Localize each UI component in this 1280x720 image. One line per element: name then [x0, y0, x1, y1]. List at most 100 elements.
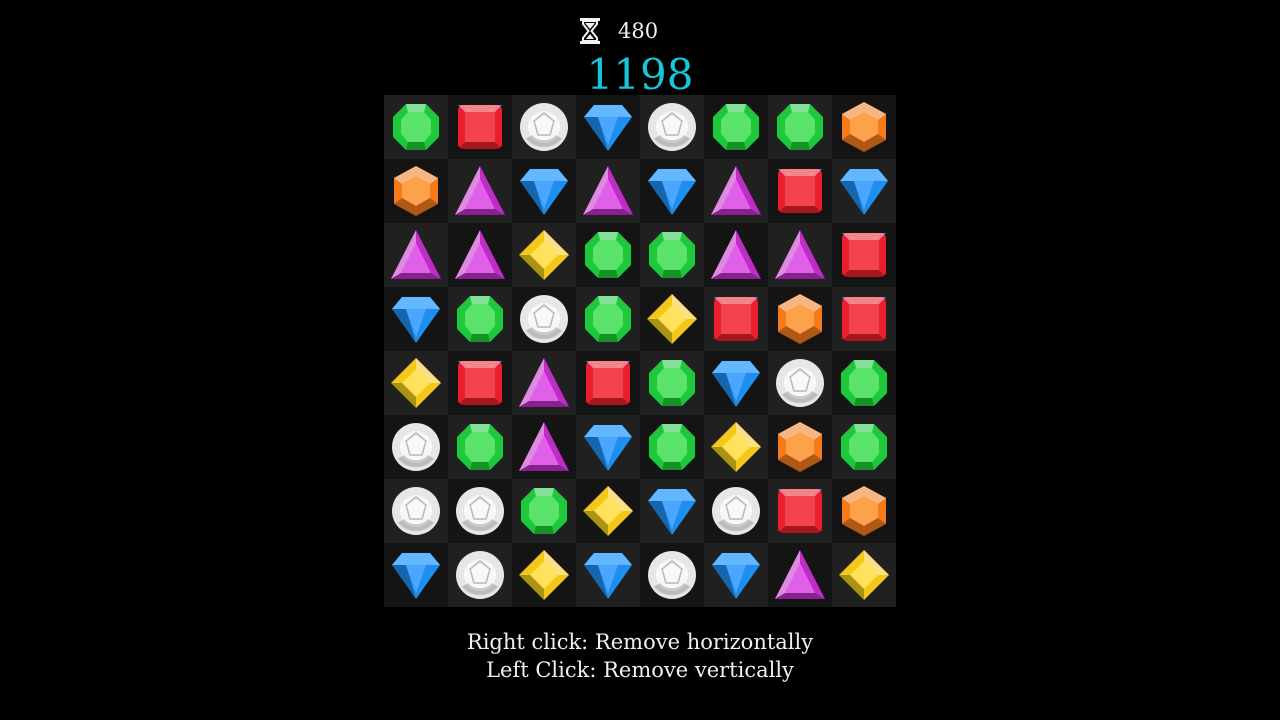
- board-cell-r6c7[interactable]: [768, 415, 832, 479]
- white-gem-icon: [776, 359, 824, 407]
- board-cell-r7c1[interactable]: [384, 479, 448, 543]
- board-cell-r4c2[interactable]: [448, 287, 512, 351]
- board-cell-r3c3[interactable]: [512, 223, 576, 287]
- green-gem-icon: [649, 424, 695, 470]
- board-cell-r3c7[interactable]: [768, 223, 832, 287]
- board-cell-r3c8[interactable]: [832, 223, 896, 287]
- board-cell-r1c2[interactable]: [448, 95, 512, 159]
- board-cell-r3c6[interactable]: [704, 223, 768, 287]
- yellow-gem-icon: [583, 486, 633, 536]
- green-gem-icon: [393, 104, 439, 150]
- purple-gem-icon: [775, 230, 825, 279]
- board-cell-r8c2[interactable]: [448, 543, 512, 607]
- white-gem-icon: [392, 487, 440, 535]
- board-cell-r6c3[interactable]: [512, 415, 576, 479]
- board-cell-r2c4[interactable]: [576, 159, 640, 223]
- red-gem-icon: [458, 361, 502, 405]
- board-cell-r7c5[interactable]: [640, 479, 704, 543]
- board-cell-r1c4[interactable]: [576, 95, 640, 159]
- green-gem-icon: [649, 360, 695, 406]
- board-cell-r2c2[interactable]: [448, 159, 512, 223]
- board-cell-r7c7[interactable]: [768, 479, 832, 543]
- board-cell-r2c5[interactable]: [640, 159, 704, 223]
- board-cell-r8c1[interactable]: [384, 543, 448, 607]
- board-cell-r1c7[interactable]: [768, 95, 832, 159]
- board-cell-r2c8[interactable]: [832, 159, 896, 223]
- board-cell-r8c4[interactable]: [576, 543, 640, 607]
- board-cell-r1c3[interactable]: [512, 95, 576, 159]
- board-cell-r6c4[interactable]: [576, 415, 640, 479]
- yellow-gem-icon: [647, 294, 697, 344]
- board-cell-r1c5[interactable]: [640, 95, 704, 159]
- blue-gem-icon: [392, 297, 440, 343]
- board-cell-r6c2[interactable]: [448, 415, 512, 479]
- white-gem-icon: [648, 103, 696, 151]
- instructions: Right click: Remove horizontally Left Cl…: [0, 628, 1280, 684]
- board-cell-r4c3[interactable]: [512, 287, 576, 351]
- board-cell-r6c6[interactable]: [704, 415, 768, 479]
- blue-gem-icon: [584, 105, 632, 151]
- red-gem-icon: [586, 361, 630, 405]
- score: 1198: [586, 50, 694, 99]
- board-cell-r3c4[interactable]: [576, 223, 640, 287]
- board-cell-r5c4[interactable]: [576, 351, 640, 415]
- board-cell-r4c8[interactable]: [832, 287, 896, 351]
- board-cell-r7c8[interactable]: [832, 479, 896, 543]
- green-gem-icon: [649, 232, 695, 278]
- board-cell-r6c1[interactable]: [384, 415, 448, 479]
- orange-gem-icon: [394, 166, 438, 216]
- board-cell-r6c8[interactable]: [832, 415, 896, 479]
- red-gem-icon: [458, 105, 502, 149]
- board-cell-r4c1[interactable]: [384, 287, 448, 351]
- board-cell-r8c7[interactable]: [768, 543, 832, 607]
- instruction-left-click: Left Click: Remove vertically: [486, 658, 794, 682]
- board-cell-r5c7[interactable]: [768, 351, 832, 415]
- board-cell-r4c6[interactable]: [704, 287, 768, 351]
- board-cell-r7c2[interactable]: [448, 479, 512, 543]
- purple-gem-icon: [455, 166, 505, 215]
- orange-gem-icon: [842, 102, 886, 152]
- board-cell-r7c6[interactable]: [704, 479, 768, 543]
- board-cell-r5c5[interactable]: [640, 351, 704, 415]
- yellow-gem-icon: [839, 550, 889, 600]
- board-cell-r8c8[interactable]: [832, 543, 896, 607]
- board-cell-r3c5[interactable]: [640, 223, 704, 287]
- board-cell-r7c4[interactable]: [576, 479, 640, 543]
- yellow-gem-icon: [391, 358, 441, 408]
- board-cell-r7c3[interactable]: [512, 479, 576, 543]
- board-cell-r8c3[interactable]: [512, 543, 576, 607]
- blue-gem-icon: [840, 169, 888, 215]
- red-gem-icon: [778, 169, 822, 213]
- board-cell-r5c1[interactable]: [384, 351, 448, 415]
- board-cell-r8c5[interactable]: [640, 543, 704, 607]
- board-cell-r5c2[interactable]: [448, 351, 512, 415]
- board-cell-r3c1[interactable]: [384, 223, 448, 287]
- board-cell-r2c1[interactable]: [384, 159, 448, 223]
- board-cell-r1c1[interactable]: [384, 95, 448, 159]
- board-cell-r5c6[interactable]: [704, 351, 768, 415]
- white-gem-icon: [712, 487, 760, 535]
- board-cell-r4c7[interactable]: [768, 287, 832, 351]
- board-cell-r3c2[interactable]: [448, 223, 512, 287]
- white-gem-icon: [520, 295, 568, 343]
- board-cell-r2c7[interactable]: [768, 159, 832, 223]
- board-cell-r5c3[interactable]: [512, 351, 576, 415]
- board-cell-r2c6[interactable]: [704, 159, 768, 223]
- board-cell-r8c6[interactable]: [704, 543, 768, 607]
- board-cell-r2c3[interactable]: [512, 159, 576, 223]
- green-gem-icon: [457, 296, 503, 342]
- purple-gem-icon: [583, 166, 633, 215]
- blue-gem-icon: [648, 489, 696, 535]
- white-gem-icon: [456, 487, 504, 535]
- board-cell-r6c5[interactable]: [640, 415, 704, 479]
- white-gem-icon: [648, 551, 696, 599]
- board-cell-r4c5[interactable]: [640, 287, 704, 351]
- purple-gem-icon: [711, 166, 761, 215]
- board-cell-r1c6[interactable]: [704, 95, 768, 159]
- green-gem-icon: [521, 488, 567, 534]
- board-cell-r4c4[interactable]: [576, 287, 640, 351]
- board-cell-r1c8[interactable]: [832, 95, 896, 159]
- board-cell-r5c8[interactable]: [832, 351, 896, 415]
- red-gem-icon: [778, 489, 822, 533]
- green-gem-icon: [585, 296, 631, 342]
